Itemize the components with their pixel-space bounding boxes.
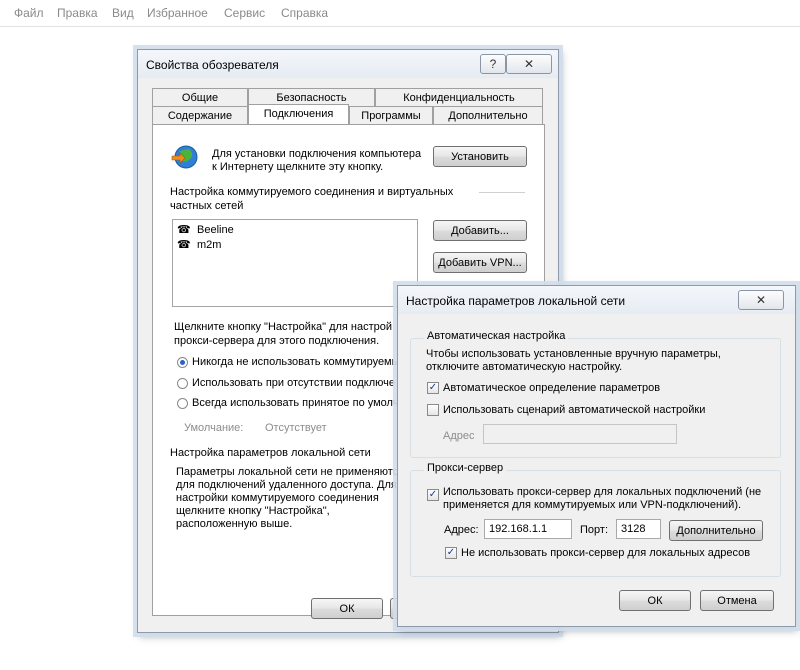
add-vpn-button[interactable]: Добавить VPN...: [433, 252, 527, 273]
bypass-local-checkbox[interactable]: ✓: [445, 547, 457, 559]
lan-title-bar: Настройка параметров локальной сети ✕: [398, 286, 795, 314]
close-icon: ✕: [755, 293, 767, 307]
connections-list[interactable]: ☎ Beeline ☎ m2m: [172, 219, 418, 307]
ok-button[interactable]: ОК: [311, 598, 383, 619]
dialup-header-1: Настройка коммутируемого соединения и ви…: [170, 186, 454, 198]
window-title: Свойства обозревателя: [146, 58, 279, 72]
script-address-input[interactable]: [483, 424, 677, 444]
add-button[interactable]: Добавить...: [433, 220, 527, 241]
menu-help[interactable]: Справка: [281, 6, 328, 20]
bypass-local-label: Не использовать прокси-сервер для локаль…: [461, 547, 751, 559]
menu-bar: Файл Правка Вид Избранное Сервис Справка: [0, 0, 800, 27]
tab-advanced[interactable]: Дополнительно: [433, 106, 543, 124]
setup-button[interactable]: Установить: [433, 146, 527, 167]
default-label: Умолчание:: [184, 422, 244, 434]
menu-tools[interactable]: Сервис: [224, 6, 265, 20]
lan-settings-dialog: Настройка параметров локальной сети ✕ Ав…: [397, 285, 796, 627]
use-proxy-label-1: Использовать прокси-сервер для локальных…: [443, 486, 762, 498]
close-icon: ✕: [523, 57, 535, 71]
proxy-advanced-button[interactable]: Дополнительно: [669, 520, 763, 541]
tab-connections[interactable]: Подключения: [248, 104, 349, 124]
tab-privacy[interactable]: Конфиденциальность: [375, 88, 543, 106]
phone-icon: ☎: [177, 224, 191, 236]
menu-favorites[interactable]: Избранное: [147, 6, 208, 20]
lan-text-3: настройки коммутируемого соединения: [176, 492, 379, 504]
setup-text-2: к Интернету щелкните эту кнопку.: [212, 161, 384, 173]
proxy-hint-1: Щелкните кнопку "Настройка" для настрой: [174, 321, 393, 333]
auto-detect-checkbox[interactable]: ✓: [427, 382, 439, 394]
help-button[interactable]: ?: [480, 54, 506, 74]
proxy-address-label: Адрес:: [444, 524, 479, 536]
tab-general[interactable]: Общие: [152, 88, 248, 106]
lan-text-4: щелкните кнопку "Настройка",: [176, 505, 330, 517]
use-proxy-checkbox[interactable]: ✓: [427, 489, 439, 501]
radio-never-dial[interactable]: [177, 357, 188, 368]
lan-close-button[interactable]: ✕: [738, 290, 784, 310]
auto-config-text-2: отключите автоматическую настройку.: [426, 361, 623, 373]
auto-config-text-1: Чтобы использовать установленные вручную…: [426, 348, 721, 360]
port-input[interactable]: 3128: [616, 519, 661, 539]
port-label: Порт:: [580, 524, 608, 536]
menu-edit[interactable]: Правка: [57, 6, 98, 20]
proxy-hint-2: прокси-сервера для этого подключения.: [174, 335, 380, 347]
dialup-separator: [479, 192, 525, 193]
title-bar: Свойства обозревателя ? ✕: [138, 50, 558, 78]
proxy-address-input[interactable]: 192.168.1.1: [484, 519, 572, 539]
use-script-checkbox[interactable]: [427, 404, 439, 416]
lan-text-5: расположенную выше.: [176, 518, 293, 530]
lan-text-2: для подключений удаленного доступа. Для: [176, 479, 397, 491]
default-value: Отсутствует: [265, 422, 327, 434]
lan-text-1: Параметры локальной сети не применяются: [176, 466, 405, 478]
radio-dial-when-no-connection-label: Использовать при отсутствии подключе: [192, 377, 396, 389]
auto-detect-label: Автоматическое определение параметров: [443, 382, 661, 394]
lan-header: Настройка параметров локальной сети: [170, 447, 371, 459]
lan-ok-button[interactable]: ОК: [619, 590, 691, 611]
network-globe-icon: [171, 145, 198, 169]
lan-dialog-title: Настройка параметров локальной сети: [406, 294, 626, 308]
proxy-group-title: Прокси-сервер: [424, 462, 507, 474]
auto-config-title: Автоматическая настройка: [424, 330, 569, 342]
setup-text-1: Для установки подключения компьютера: [212, 148, 422, 160]
dialup-header-2: частных сетей: [170, 200, 244, 212]
use-proxy-label-2: применяется для коммутируемых или VPN-по…: [443, 499, 742, 511]
tab-programs[interactable]: Программы: [349, 106, 433, 124]
close-button[interactable]: ✕: [506, 54, 552, 74]
radio-never-dial-label: Никогда не использовать коммутируемы: [192, 356, 400, 368]
radio-always-dial-default[interactable]: [177, 398, 188, 409]
radio-dial-when-no-connection[interactable]: [177, 378, 188, 389]
lan-cancel-button[interactable]: Отмена: [700, 590, 774, 611]
use-script-label: Использовать сценарий автоматической нас…: [443, 404, 706, 416]
menu-file[interactable]: Файл: [14, 6, 44, 20]
radio-always-dial-default-label: Всегда использовать принятое по умолча: [192, 397, 405, 409]
phone-icon: ☎: [177, 239, 191, 251]
script-address-label: Адрес: [443, 430, 475, 442]
menu-view[interactable]: Вид: [112, 6, 134, 20]
tab-content[interactable]: Содержание: [152, 106, 248, 124]
